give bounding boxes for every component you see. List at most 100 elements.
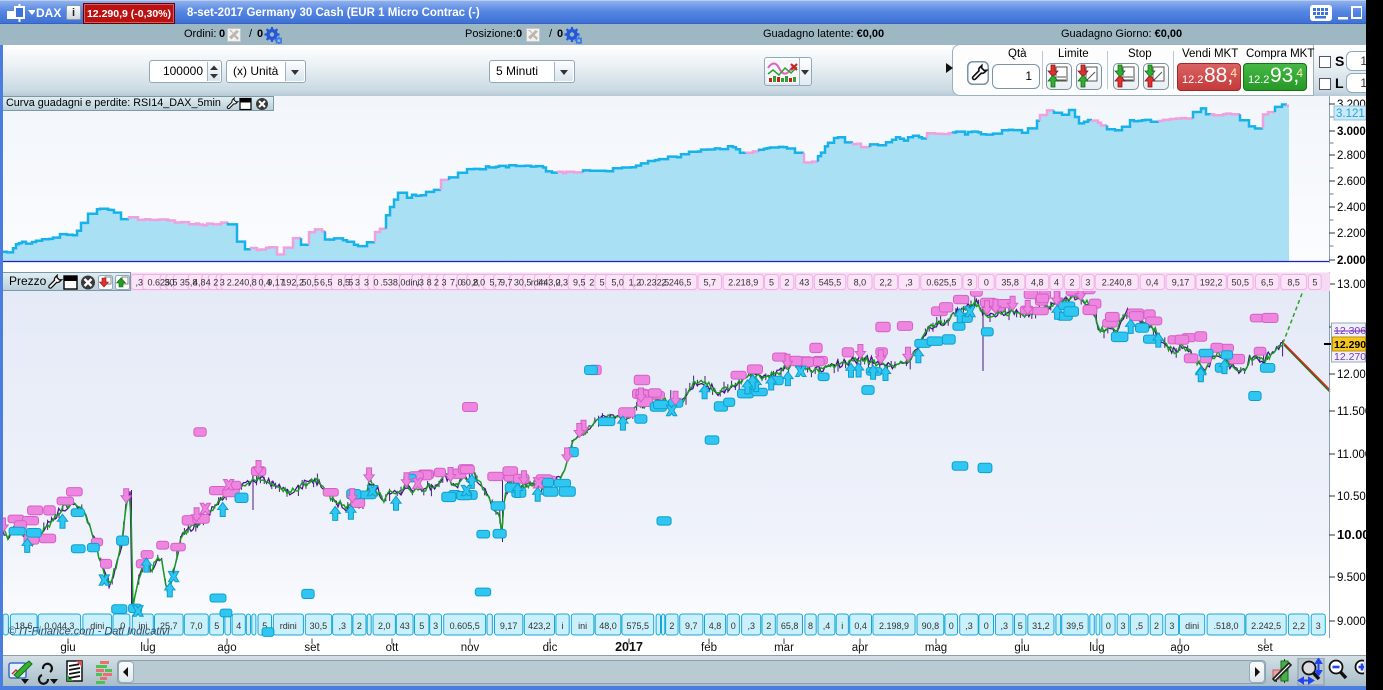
svg-text:0: 0 [984, 278, 989, 288]
svg-text:ini: ini [578, 621, 587, 631]
svg-text:5,7: 5,7 [703, 278, 716, 288]
svg-text:ott: ott [386, 642, 400, 654]
svg-text:,3: ,3 [416, 278, 424, 288]
svg-text:2,2: 2,2 [1292, 621, 1305, 631]
svg-text:31,2: 31,2 [1032, 621, 1050, 631]
svg-text:ago: ago [1170, 642, 1189, 654]
svg-text:.518,0: .518,0 [1213, 621, 1238, 631]
svg-text:8,5: 8,5 [1287, 278, 1300, 288]
svg-text:11.500: 11.500 [1337, 406, 1366, 418]
svg-text:2: 2 [357, 621, 362, 631]
svg-text:3: 3 [355, 278, 360, 288]
svg-text:8,0: 8,0 [854, 278, 867, 288]
svg-text:0: 0 [1106, 621, 1111, 631]
svg-text:12.306: 12.306 [1334, 325, 1366, 337]
svg-text:9,17: 9,17 [500, 621, 518, 631]
svg-text:5: 5 [1018, 621, 1023, 631]
svg-text:2.246,5: 2.246,5 [661, 278, 691, 288]
svg-text:5,0: 5,0 [611, 278, 624, 288]
svg-text:0,4: 0,4 [1146, 278, 1159, 288]
svg-text:12.270: 12.270 [1334, 351, 1366, 363]
svg-text:90,8: 90,8 [922, 621, 940, 631]
svg-text:2: 2 [1069, 278, 1074, 288]
svg-text:0: 0 [949, 621, 954, 631]
svg-text:2: 2 [213, 278, 218, 288]
svg-text:2: 2 [434, 278, 439, 288]
svg-text:423,2: 423,2 [528, 621, 551, 631]
svg-text:4: 4 [206, 278, 211, 288]
svg-text:6,5: 6,5 [1261, 278, 1274, 288]
svg-text:10.000: 10.000 [1337, 527, 1366, 542]
svg-text:dini: dini [1185, 621, 1199, 631]
svg-text:11.000: 11.000 [1337, 449, 1366, 461]
svg-text:lug: lug [1089, 642, 1104, 654]
svg-text:2: 2 [784, 278, 789, 288]
svg-text:,3: ,3 [905, 278, 913, 288]
svg-text:9.500: 9.500 [1337, 572, 1366, 584]
svg-text:8: 8 [427, 278, 432, 288]
svg-text:39,5: 39,5 [1066, 621, 1084, 631]
svg-text:,3: ,3 [1000, 621, 1008, 631]
svg-text:feb: feb [701, 642, 717, 654]
svg-text:,3: ,3 [338, 621, 346, 631]
svg-text:30,5: 30,5 [514, 278, 532, 288]
svg-text:dic: dic [543, 642, 558, 654]
svg-text:4: 4 [1054, 278, 1059, 288]
svg-text:5: 5 [769, 278, 774, 288]
svg-text:4: 4 [236, 621, 241, 631]
svg-text:,3: ,3 [136, 278, 144, 288]
svg-text:13.000: 13.000 [1337, 279, 1366, 291]
svg-text:4,8: 4,8 [193, 278, 206, 288]
svg-text:ago: ago [217, 642, 236, 654]
svg-text:,3: ,3 [965, 621, 973, 631]
svg-text:,3: ,3 [747, 621, 755, 631]
svg-text:3: 3 [364, 278, 369, 288]
svg-text:8: 8 [808, 621, 813, 631]
svg-text:© IT-Finance.com - Dati Indica: © IT-Finance.com - Dati Indicativi [8, 626, 170, 638]
svg-text:5: 5 [600, 278, 605, 288]
svg-text:lug: lug [140, 642, 155, 654]
svg-text:,4: ,4 [823, 621, 831, 631]
svg-text:575,5: 575,5 [627, 621, 650, 631]
svg-text:2: 2 [669, 621, 674, 631]
svg-text:9,7: 9,7 [685, 621, 698, 631]
svg-text:0: 0 [373, 278, 378, 288]
svg-text:50,5: 50,5 [1232, 278, 1250, 288]
svg-text:set: set [304, 642, 320, 654]
svg-text:.538,0: .538,0 [380, 278, 405, 288]
svg-text:3: 3 [433, 621, 438, 631]
svg-text:5: 5 [348, 278, 353, 288]
svg-text:0,4: 0,4 [854, 621, 867, 631]
svg-text:2: 2 [589, 278, 594, 288]
svg-text:2.242,5: 2.242,5 [1251, 621, 1281, 631]
svg-text:3: 3 [1169, 621, 1174, 631]
svg-text:9.000: 9.000 [1337, 616, 1366, 628]
svg-text:3: 3 [1120, 621, 1125, 631]
svg-text:9,7: 9,7 [500, 278, 513, 288]
svg-text:43: 43 [799, 278, 809, 288]
svg-text:4,8: 4,8 [709, 621, 722, 631]
svg-text:2,0: 2,0 [473, 278, 486, 288]
svg-text:5: 5 [419, 621, 424, 631]
svg-text:5: 5 [1312, 278, 1317, 288]
svg-text:2017: 2017 [615, 640, 643, 654]
svg-text:rdini: rdini [280, 621, 297, 631]
svg-text:43: 43 [400, 621, 410, 631]
svg-text:7,0: 7,0 [190, 621, 203, 631]
svg-text:2.218,9: 2.218,9 [728, 278, 758, 288]
svg-text:65,8: 65,8 [781, 621, 799, 631]
svg-text:3: 3 [967, 278, 972, 288]
svg-text:3: 3 [1085, 278, 1090, 288]
svg-text:i: i [841, 621, 843, 631]
svg-text:giu: giu [1014, 642, 1029, 654]
svg-text:0: 0 [731, 621, 736, 631]
svg-text:9,17: 9,17 [1172, 278, 1190, 288]
svg-text:mar: mar [774, 642, 794, 654]
svg-text:mag: mag [925, 642, 947, 654]
svg-text:3: 3 [441, 278, 446, 288]
svg-text:545,5: 545,5 [819, 278, 842, 288]
svg-text:2.240,8: 2.240,8 [227, 278, 257, 288]
svg-text:3: 3 [220, 278, 225, 288]
svg-text:192,2: 192,2 [1200, 278, 1223, 288]
svg-text:i: i [562, 621, 564, 631]
